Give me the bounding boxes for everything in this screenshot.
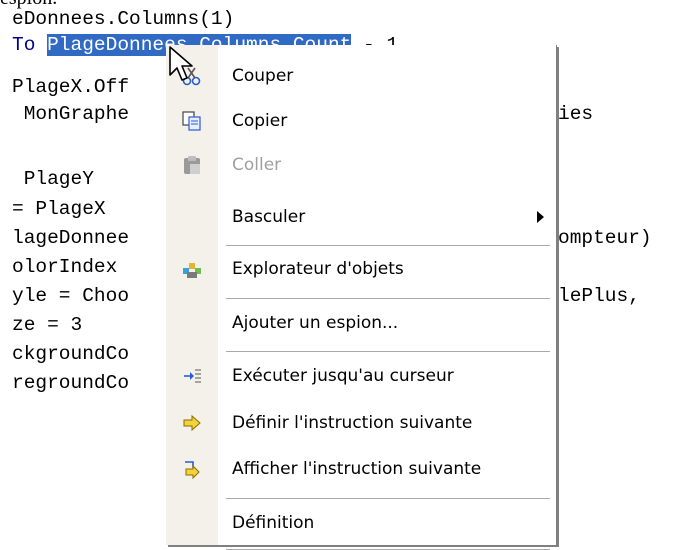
menu-item-label: Afficher l'instruction suivante (232, 459, 482, 479)
menu-separator (226, 351, 550, 352)
menu-item-label: Définir l'instruction suivante (232, 413, 473, 433)
copy-icon (180, 109, 204, 133)
code-line: lageDonnee (12, 227, 130, 249)
code-keyword: To (12, 34, 48, 56)
paste-icon (180, 153, 204, 177)
code-line-tail: ies (558, 103, 594, 125)
menu-item-executer-curseur[interactable]: Exécuter jusqu'au curseur (166, 353, 556, 399)
menu-item-label: Exécuter jusqu'au curseur (232, 366, 454, 386)
menu-item-basculer[interactable]: Basculer (166, 194, 556, 240)
run-to-cursor-icon (180, 364, 204, 388)
code-line-tail: lePlus, (558, 285, 640, 307)
menu-item-afficher-instruction[interactable]: Afficher l'instruction suivante (166, 446, 556, 492)
show-next-statement-icon (180, 457, 204, 481)
code-line: yle = Choo (12, 285, 130, 307)
code-line: = PlageX (12, 198, 106, 220)
menu-separator (226, 298, 550, 299)
menu-item-label: Définition (232, 513, 315, 533)
set-next-statement-icon (180, 411, 204, 435)
menu-item-coller[interactable]: Coller (166, 142, 556, 188)
menu-item-copier[interactable]: Copier (166, 98, 556, 144)
menu-separator (226, 498, 550, 499)
context-menu: Couper Copier Coller Basculer Explorateu… (166, 45, 557, 550)
code-line: ckgroundCo (12, 343, 130, 365)
menu-item-definir-instruction[interactable]: Définir l'instruction suivante (166, 400, 556, 446)
code-line: regroundCo (12, 372, 130, 394)
code-line: PlageX.Off (12, 76, 130, 98)
menu-item-explorateur-objets[interactable]: Explorateur d'objets (166, 246, 556, 292)
mouse-pointer-icon (169, 46, 193, 81)
menu-item-label: Explorateur d'objets (232, 259, 404, 279)
submenu-arrow-icon (537, 211, 544, 223)
object-browser-icon (180, 257, 204, 281)
code-line: PlageY (12, 168, 94, 190)
code-line-tail: ompteur) (558, 227, 652, 249)
code-line: eDonnees.Columns(1) (12, 8, 235, 30)
menu-item-couper[interactable]: Couper (166, 53, 556, 99)
menu-item-label: Couper (232, 66, 294, 86)
menu-item-definition[interactable]: Définition (166, 500, 556, 546)
code-line: ze = 3 (12, 314, 83, 336)
menu-item-label: Basculer (232, 207, 306, 227)
menu-item-label: Coller (232, 155, 282, 175)
menu-item-ajouter-espion[interactable]: Ajouter un espion... (166, 300, 556, 346)
menu-item-label: Ajouter un espion... (232, 313, 399, 333)
code-line: olorIndex (12, 256, 118, 278)
menu-item-label: Copier (232, 111, 288, 131)
code-line: MonGraphe (12, 103, 130, 125)
